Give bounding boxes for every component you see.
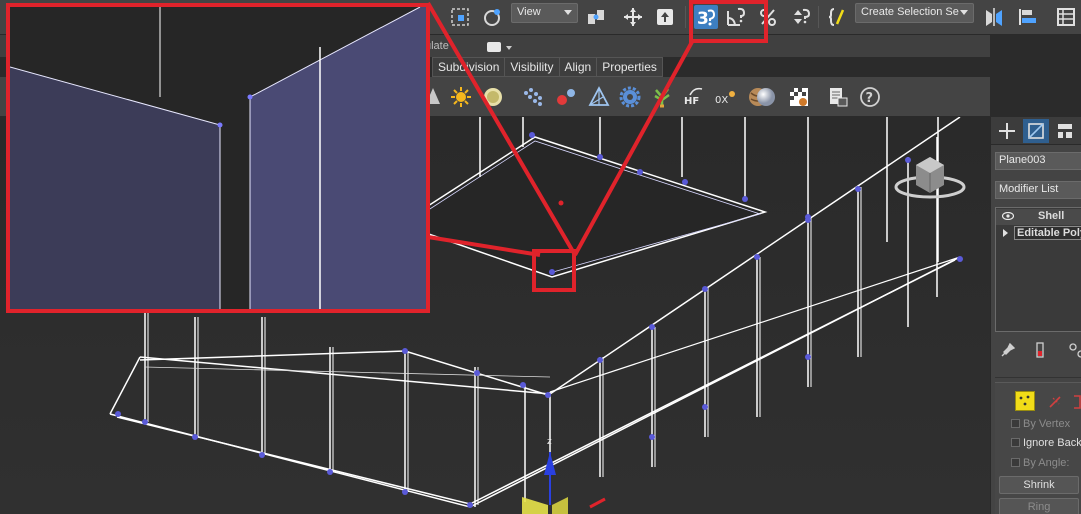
panel-divider [995, 377, 1081, 378]
app-window: View 3 Create Selection Se ulate Subdivi… [0, 0, 1081, 514]
chevron-down-icon [564, 10, 572, 15]
spinner-snap-icon[interactable] [788, 5, 812, 29]
command-panel-tabs [991, 117, 1081, 145]
modifier-list-dropdown[interactable]: Modifier List [995, 181, 1081, 199]
ring-button[interactable]: Ring [999, 498, 1079, 514]
chevron-down-icon [960, 10, 968, 15]
layer-explorer-icon[interactable] [1054, 5, 1078, 29]
sun-light-icon[interactable] [448, 84, 474, 110]
stack-item-editable-poly[interactable]: Editable Poly [996, 225, 1081, 241]
snap-3d-icon[interactable]: 3 [694, 5, 718, 29]
edge-selection-icon[interactable] [1047, 394, 1063, 410]
edit-named-selection-icon[interactable] [826, 5, 850, 29]
shrink-button[interactable]: Shrink [999, 476, 1079, 494]
zoom-inset [6, 3, 430, 313]
connect-spheres-icon[interactable] [553, 84, 579, 110]
material-editor-icon[interactable] [786, 84, 812, 110]
checkbox-box[interactable] [1011, 438, 1020, 447]
checkbox-label: By Vertex [1023, 418, 1071, 430]
selection-set-label: Create Selection Se [861, 6, 959, 18]
tab-align[interactable]: Align [559, 57, 598, 77]
select-region-icon[interactable] [448, 5, 472, 29]
particle-system-icon[interactable]: 0X [713, 84, 739, 110]
view-dropdown-label: View [517, 6, 541, 18]
ribbon-options-icon[interactable] [487, 42, 501, 52]
render-setup-icon[interactable] [825, 84, 851, 110]
svg-text:0X: 0X [715, 95, 728, 106]
border-selection-icon[interactable] [1071, 394, 1081, 410]
svg-text:HF: HF [684, 96, 699, 107]
pivot-center-icon[interactable] [584, 5, 608, 29]
stack-item-label: Shell [1038, 210, 1065, 222]
toolbar-separator [685, 6, 686, 28]
foliage-icon[interactable] [649, 84, 675, 110]
object-name-field[interactable]: Plane003 [995, 152, 1081, 170]
stack-tools [995, 339, 1081, 361]
zoom-geometry [10, 7, 426, 309]
pin-stack-icon[interactable] [1001, 343, 1015, 357]
window-crossing-icon[interactable] [481, 5, 505, 29]
particle-grid-icon[interactable] [520, 84, 546, 110]
stack-item-shell[interactable]: Shell [996, 209, 1081, 225]
chevron-down-icon[interactable] [506, 46, 512, 50]
checkbox-label: By Angle: [1023, 457, 1070, 469]
make-unique-icon[interactable] [1069, 342, 1081, 358]
reference-coordinate-dropdown[interactable]: View [511, 3, 578, 23]
tab-visibility[interactable]: Visibility [505, 57, 560, 77]
svg-text:?: ? [866, 91, 874, 106]
angle-snap-icon[interactable] [724, 5, 748, 29]
flow-pyramid-icon[interactable] [586, 84, 612, 110]
select-manipulate-icon[interactable] [621, 5, 645, 29]
ignore-backfacing-checkbox[interactable]: Ignore Backf [1011, 437, 1081, 449]
modifier-stack: Shell Editable Poly [995, 207, 1081, 332]
align-icon[interactable] [1016, 5, 1040, 29]
checkbox-label: Ignore Backf [1023, 437, 1081, 449]
by-angle-checkbox[interactable]: By Angle: [1011, 457, 1069, 469]
create-tab-icon[interactable] [994, 119, 1020, 143]
keyboard-shortcut-icon[interactable] [653, 5, 677, 29]
ribbon-tab-bar: Subdivision Visibility Align Properties [432, 57, 663, 77]
help-icon[interactable]: ? [857, 84, 883, 110]
command-panel: Plane003 Modifier List Shell Editable Po… [990, 117, 1081, 514]
svg-text:3: 3 [697, 9, 709, 28]
modify-tab-icon[interactable] [1023, 119, 1049, 143]
stack-item-label: Editable Poly [1014, 226, 1081, 240]
show-end-result-icon[interactable] [1035, 342, 1045, 358]
checkbox-box[interactable] [1011, 419, 1020, 428]
gizmo-z-label: z [547, 437, 552, 447]
hierarchy-tab-icon[interactable] [1052, 119, 1078, 143]
gear-icon[interactable] [617, 84, 643, 110]
tab-subdivision[interactable]: Subdivision [432, 57, 506, 77]
checkbox-box[interactable] [1011, 458, 1020, 467]
vertex-selection-icon[interactable] [1015, 391, 1035, 411]
named-selection-set-dropdown[interactable]: Create Selection Se [855, 3, 974, 23]
by-vertex-checkbox[interactable]: By Vertex [1011, 418, 1070, 430]
percent-snap-icon[interactable] [757, 5, 781, 29]
sky-dome-icon[interactable] [480, 84, 506, 110]
sphere-icon[interactable] [753, 84, 779, 110]
toolbar-separator [818, 6, 819, 28]
expand-triangle-icon[interactable] [1003, 229, 1008, 237]
tab-properties[interactable]: Properties [597, 57, 663, 77]
hair-fur-icon[interactable]: HF [681, 84, 707, 110]
mirror-icon[interactable] [982, 5, 1006, 29]
eye-icon[interactable] [1002, 212, 1014, 220]
